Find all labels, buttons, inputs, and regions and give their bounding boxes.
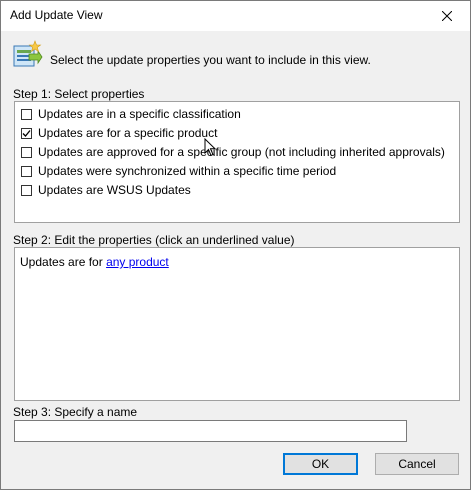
checkbox-product[interactable]	[21, 127, 32, 139]
add-view-icon	[13, 40, 43, 67]
title-bar: Add Update View	[1, 1, 470, 31]
checkbox-classification[interactable]	[21, 108, 32, 120]
property-group[interactable]: Updates are approved for a specific grou…	[21, 144, 445, 160]
close-icon	[442, 11, 452, 21]
view-name-input[interactable]	[14, 420, 407, 442]
checkmark-icon	[22, 129, 31, 137]
window-title: Add Update View	[10, 8, 103, 22]
property-label: Updates were synchronized within a speci…	[38, 164, 337, 178]
property-wsus[interactable]: Updates are WSUS Updates	[21, 182, 191, 198]
property-prefix: Updates are for	[20, 255, 103, 269]
instruction-text: Select the update properties you want to…	[50, 53, 371, 67]
add-update-view-dialog: Add Update View Select the update proper…	[0, 0, 471, 490]
step3-label: Step 3: Specify a name	[13, 405, 138, 419]
property-label: Updates are approved for a specific grou…	[38, 145, 445, 159]
checkbox-group[interactable]	[21, 146, 32, 158]
property-product[interactable]: Updates are for a specific product	[21, 125, 217, 141]
property-label: Updates are WSUS Updates	[38, 183, 191, 197]
close-button[interactable]	[424, 1, 470, 31]
checkbox-synchronized[interactable]	[21, 165, 32, 177]
property-description: Updates are for any product	[20, 255, 169, 269]
property-label: Updates are in a specific classification	[38, 107, 241, 121]
property-classification[interactable]: Updates are in a specific classification	[21, 106, 241, 122]
ok-button[interactable]: OK	[283, 453, 358, 475]
properties-list: Updates are in a specific classification…	[14, 101, 460, 223]
cancel-button[interactable]: Cancel	[375, 453, 459, 475]
mouse-cursor-icon	[204, 138, 217, 157]
properties-editor: Updates are for any product	[14, 247, 460, 401]
property-label: Updates are for a specific product	[38, 126, 218, 140]
property-synchronized[interactable]: Updates were synchronized within a speci…	[21, 163, 336, 179]
step2-label: Step 2: Edit the properties (click an un…	[13, 233, 295, 247]
step1-label: Step 1: Select properties	[13, 87, 145, 101]
any-product-link[interactable]: any product	[106, 255, 169, 269]
checkbox-wsus[interactable]	[21, 184, 32, 196]
